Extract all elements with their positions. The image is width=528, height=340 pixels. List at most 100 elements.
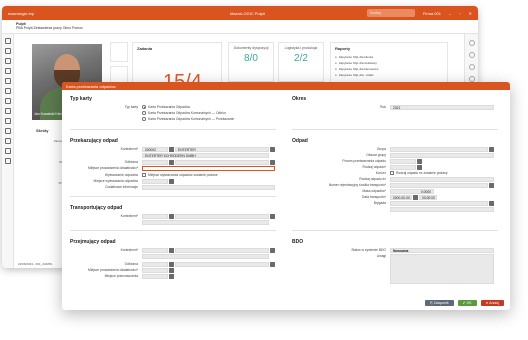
refresh-icon[interactable]: [469, 52, 475, 58]
przekazujacy-odbiorca-input[interactable]: [142, 160, 168, 165]
uwagi-textarea[interactable]: [390, 254, 494, 284]
maximize-icon[interactable]: ▫: [459, 11, 460, 16]
box-icon[interactable]: [5, 108, 11, 114]
przekazujacy-kontrahent-name[interactable]: ENTERTER: [175, 147, 269, 152]
mail-icon[interactable]: [5, 138, 11, 144]
typ-karty-radio-2[interactable]: [142, 111, 146, 115]
grupa-dropdown-button[interactable]: [489, 147, 494, 152]
print-icon[interactable]: [5, 148, 11, 154]
chart-icon[interactable]: [5, 78, 11, 84]
reports-tile-title: Raporty: [335, 46, 351, 51]
przekazujacy-kontrahent-clear-button[interactable]: [270, 147, 275, 152]
przekazujacy-kontrahent-lookup-button[interactable]: [169, 147, 174, 152]
proces-input[interactable]: [390, 159, 416, 164]
wytwarzanie-text: Miejsce wytwarzania odpadów zostanie pod…: [148, 173, 218, 177]
przejmujacy-kontrahent-name[interactable]: [175, 248, 269, 253]
logistics-tile-value: 2/2: [294, 53, 308, 64]
divider: [70, 230, 276, 231]
dialog-footer: ⎘ Załącznik ✔ OK ✕ Anuluj: [425, 300, 504, 306]
app-titlebar: macrologic erp MacroLOGIC Pulpit Szukaj …: [2, 6, 478, 20]
brygada-input[interactable]: [390, 201, 488, 206]
attachment-button[interactable]: ⎘ Załącznik: [425, 300, 454, 306]
masa-label: Masa odpadów*: [362, 189, 386, 193]
shortcuts-label: Skróty: [36, 128, 49, 133]
folder-icon[interactable]: [5, 118, 11, 124]
firm-selector[interactable]: Firma 001: [423, 11, 441, 16]
calendar-icon[interactable]: [5, 58, 11, 64]
przekazujacy-kontrahent-code[interactable]: 000002: [142, 147, 168, 152]
list-icon[interactable]: [5, 68, 11, 74]
przekazujacy-odbiorca-name[interactable]: [175, 160, 269, 165]
przekazujacy-miejsce-input[interactable]: [142, 166, 275, 171]
bdo-status-label: Status w systemie BDO: [351, 248, 386, 252]
rodzaj-odpadu-input[interactable]: [390, 165, 416, 170]
kod-ex-checkbox[interactable]: [390, 171, 394, 175]
document-icon[interactable]: [5, 48, 11, 54]
miejsce-wytwarzania-lookup-button[interactable]: [169, 179, 174, 184]
numer-rejestracyjny-input[interactable]: [390, 183, 488, 188]
przejmujacy-kontrahent-lookup-button[interactable]: [169, 248, 174, 253]
settings-icon[interactable]: [5, 128, 11, 134]
rok-input[interactable]: 2021: [390, 105, 494, 110]
close-icon[interactable]: ✕: [469, 11, 472, 16]
filter-icon[interactable]: [469, 64, 475, 70]
obszar-grupy-input[interactable]: [390, 153, 494, 158]
home-icon[interactable]: [5, 38, 11, 44]
users-icon[interactable]: [5, 88, 11, 94]
przejmujacy-odbiorca-input[interactable]: [142, 262, 168, 267]
grupa-label: Grupa: [376, 147, 386, 151]
minimize-icon[interactable]: –: [449, 11, 451, 16]
tile-small[interactable]: [110, 42, 128, 62]
przejmujacy-kontrahent-clear-button[interactable]: [270, 248, 275, 253]
dodatkowe-informacje-input[interactable]: [142, 185, 275, 190]
masa-input[interactable]: 0,0000: [390, 189, 434, 194]
section-przejmujacy: Przejmujący odpad: [70, 239, 116, 245]
numer-rejestracyjny-lookup-button[interactable]: [489, 183, 494, 188]
transportujacy-kontrahent-name[interactable]: [175, 214, 269, 219]
proces-lookup-button[interactable]: [417, 159, 422, 164]
rok-label: Rok: [380, 105, 386, 109]
wytwarzanie-checkbox[interactable]: [142, 173, 146, 177]
przejmujacy-odbiorca-name[interactable]: [175, 262, 269, 267]
documents-tile-value: 8/0: [244, 53, 258, 64]
ribbon-menu[interactable]: PBA Pulpit Zestawienia pracy Okno Pomoc: [16, 26, 464, 30]
section-typ-karty: Typ karty: [70, 96, 92, 102]
miejsce-przeznaczenia-lookup-button[interactable]: [169, 274, 174, 279]
miejsce-przeznaczenia-input[interactable]: [142, 274, 168, 279]
grupa-select[interactable]: [390, 147, 488, 152]
miejsce-wytwarzania-input[interactable]: [142, 179, 168, 184]
cancel-button[interactable]: ✕ Anuluj: [480, 300, 504, 306]
truck-icon[interactable]: [5, 98, 11, 104]
data-transportu-label: Data transportu*: [361, 195, 386, 199]
przejmujacy-miejsce-lookup-button[interactable]: [169, 268, 174, 273]
rodzaj-ex-input[interactable]: [390, 177, 494, 182]
transportujacy-kontrahent-code[interactable]: [142, 214, 168, 219]
przekazujacy-odbiorca-clear-button[interactable]: [270, 160, 275, 165]
rodzaj-odpadu-lookup-button[interactable]: [417, 165, 422, 170]
data-transportu-date[interactable]: 0000-00-00: [390, 195, 412, 200]
uwagi-label: Uwagi: [376, 254, 386, 258]
documents-tile[interactable]: Dokumenty dyspozycji 8/0: [228, 42, 274, 82]
logistics-tile[interactable]: Logistyka i produkcja 2/2: [278, 42, 324, 82]
data-transportu-time[interactable]: 00:00:00: [419, 195, 437, 200]
przejmujacy-miejsce-input[interactable]: [142, 268, 168, 273]
ok-button[interactable]: ✔ OK: [457, 300, 477, 306]
transportujacy-kontrahent-clear-button[interactable]: [270, 214, 275, 219]
help-icon[interactable]: [5, 158, 11, 164]
typ-karty-radio-3[interactable]: [142, 117, 146, 121]
global-search-input[interactable]: Szukaj: [366, 9, 415, 17]
przekazujacy-odbiorca-lookup-button[interactable]: [169, 160, 174, 165]
przejmujacy-odbiorca-lookup-button[interactable]: [169, 262, 174, 267]
ribbon: Pulpit PBA Pulpit Zestawienia pracy Okno…: [2, 20, 478, 34]
report-item[interactable]: Zapytanie SQL dla - kratki: [331, 72, 447, 78]
transportujacy-kontrahent-label: Kontrahent*: [120, 214, 138, 218]
calendar-icon[interactable]: [413, 195, 418, 200]
check-icon[interactable]: [469, 40, 475, 46]
transportujacy-kontrahent-lookup-button[interactable]: [169, 214, 174, 219]
reports-tile[interactable]: Raporty Zapytanie SQL dla klienta Zapyta…: [330, 42, 448, 84]
brygada-lookup-button[interactable]: [489, 201, 494, 206]
przejmujacy-kontrahent-code[interactable]: [142, 248, 168, 253]
typ-karty-radio-1[interactable]: [142, 105, 146, 109]
typ-karty-option-1: Karta Przekazania Odpadów: [148, 105, 190, 109]
przejmujacy-odbiorca-clear-button[interactable]: [270, 262, 275, 267]
